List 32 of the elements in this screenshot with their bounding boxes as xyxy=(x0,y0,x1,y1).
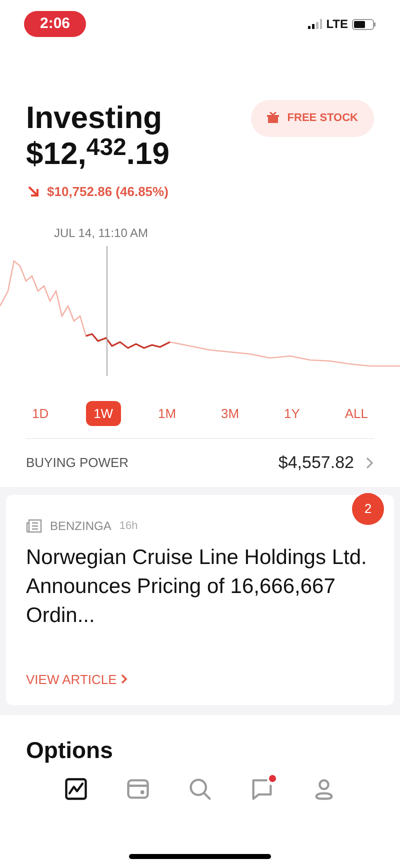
balance-rolling-digits: 432 xyxy=(86,136,126,160)
chevron-right-icon xyxy=(366,457,374,469)
battery-icon xyxy=(352,18,376,30)
gift-icon xyxy=(267,112,280,124)
search-icon xyxy=(187,776,213,802)
news-headline: Norwegian Cruise Line Holdings Ltd. Announces Pricing of 16,666,667 Ordin... xyxy=(26,545,368,629)
chevron-right-icon xyxy=(120,674,128,684)
balance-prefix: $12, xyxy=(26,136,86,172)
time-range-tab[interactable]: 1Y xyxy=(276,400,308,426)
buying-power-label: BUYING POWER xyxy=(26,454,129,472)
signal-icon xyxy=(308,19,322,29)
change-amount: $10,752.86 (46.85%) xyxy=(47,183,168,201)
time-range-tab[interactable]: ALL xyxy=(336,400,376,426)
down-arrow-icon xyxy=(28,186,39,198)
status-time: 2:06 xyxy=(24,10,86,38)
network-label: LTE xyxy=(326,16,348,33)
news-source: BENZINGA xyxy=(50,518,112,535)
chart-icon xyxy=(63,776,89,802)
view-article-link[interactable]: VIEW ARTICLE xyxy=(26,670,374,689)
buying-power-value: $4,557.82 xyxy=(278,452,354,474)
section-title: Options xyxy=(25,736,114,765)
free-stock-button[interactable]: FREE STOCK xyxy=(251,100,374,136)
page-title: Investing xyxy=(26,100,164,136)
balance-suffix: .19 xyxy=(126,136,170,172)
news-age: 16h xyxy=(119,518,138,534)
time-range-tab[interactable]: 1W xyxy=(86,400,122,426)
buying-power-row[interactable]: BUYING POWER $4,557.82 xyxy=(0,439,400,487)
time-range-tab[interactable]: 3M xyxy=(213,400,248,426)
newspaper-icon xyxy=(26,519,42,533)
scrub-timestamp: JUL 14, 11:10 AM xyxy=(54,224,150,242)
time-range-tab[interactable]: 1D xyxy=(24,400,57,426)
time-range-tab[interactable]: 1M xyxy=(150,400,184,426)
